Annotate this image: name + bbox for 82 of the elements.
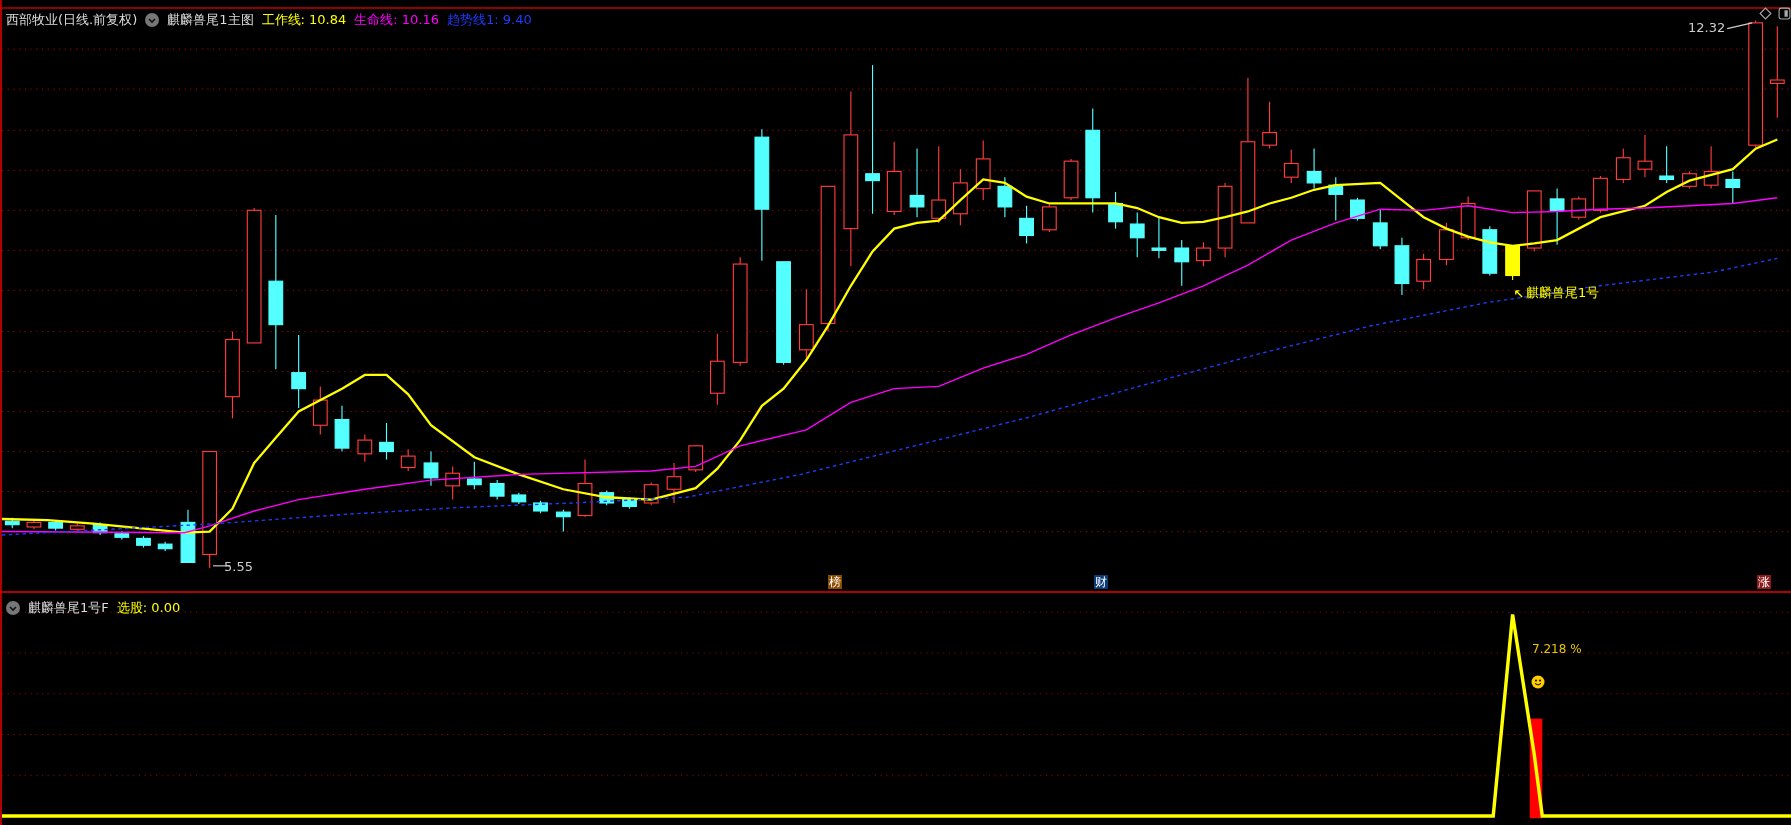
dropdown-icon[interactable] <box>6 601 20 615</box>
candlestick <box>1129 212 1145 258</box>
candlestick <box>1262 101 1277 150</box>
candlestick <box>1151 216 1167 259</box>
candlestick <box>909 148 925 218</box>
candlestick <box>1019 205 1034 245</box>
candlestick <box>445 465 461 501</box>
candlestick <box>1108 191 1123 230</box>
candlestick <box>1526 190 1542 253</box>
candlestick <box>599 489 615 506</box>
candlestick <box>1196 241 1211 267</box>
candlestick <box>114 531 130 541</box>
candlestick <box>643 481 659 506</box>
candlestick <box>1615 148 1631 184</box>
dropdown-icon[interactable] <box>145 13 160 27</box>
candlestick <box>180 509 196 563</box>
candlestick <box>1482 225 1498 277</box>
candlestick <box>1571 196 1587 221</box>
candlestick <box>533 500 548 514</box>
indicator-name: 麒麟兽尾1主图 <box>167 11 254 29</box>
candlestick <box>577 458 593 518</box>
candlestick <box>312 385 328 435</box>
candlestick <box>1703 145 1719 190</box>
candlestick <box>555 509 571 533</box>
signal-label: 麒麟兽尾1号 <box>1526 284 1600 302</box>
price-label: 5.55 <box>224 559 253 574</box>
legend-value: 选股: 0.00 <box>116 599 181 617</box>
candlestick <box>666 462 682 504</box>
candlestick <box>511 492 527 505</box>
candlestick <box>975 140 991 201</box>
candlestick <box>489 479 505 501</box>
candlestick <box>400 448 416 472</box>
candlestick <box>379 422 394 461</box>
smiley-icon <box>1531 675 1545 689</box>
candlestick <box>466 461 482 490</box>
candlestick <box>622 496 637 510</box>
candlestick <box>1637 134 1653 178</box>
candlestick <box>1328 176 1344 222</box>
candlestick <box>1283 149 1299 184</box>
candlestick <box>1549 188 1565 246</box>
panel-toggle-icon[interactable] <box>1778 7 1791 20</box>
candlestick <box>4 517 20 529</box>
candlestick <box>136 535 151 549</box>
candlestick <box>1394 237 1410 296</box>
candlestick <box>1505 245 1521 281</box>
candlestick <box>1659 145 1675 184</box>
candlestick <box>357 433 373 463</box>
candlestick <box>1593 175 1608 214</box>
event-badge[interactable]: 财 <box>1094 575 1108 589</box>
event-badge[interactable]: 涨 <box>1757 575 1771 589</box>
candlestick <box>26 519 42 530</box>
candlestick <box>334 405 350 453</box>
candlestick <box>952 168 968 226</box>
candlestick <box>1063 158 1079 201</box>
percent-label: 7.218 % <box>1532 642 1582 656</box>
candlestick <box>69 523 85 533</box>
price-label: 12.32 <box>1688 20 1726 35</box>
candlestick <box>1682 170 1697 190</box>
candlestick <box>1174 239 1190 287</box>
candlestick <box>1306 148 1322 190</box>
diamond-icon[interactable] <box>1759 7 1772 20</box>
candlestick <box>1439 222 1454 266</box>
candlestick <box>1372 208 1388 250</box>
candlestick <box>48 519 64 531</box>
candlestick <box>688 445 704 473</box>
leader-line <box>1726 22 1753 30</box>
event-badge[interactable]: 榜 <box>828 575 842 589</box>
candlestick <box>997 176 1013 218</box>
candlestick <box>1350 197 1365 222</box>
legend-value: 生命线: 10.16 <box>354 11 440 29</box>
candlestick <box>157 541 173 552</box>
candlestick <box>1725 170 1741 205</box>
legend-value: 工作线: 10.84 <box>261 11 347 29</box>
arrow-icon <box>1514 288 1523 298</box>
candlestick <box>1416 253 1432 290</box>
indicator-name: 麒麟兽尾1号F <box>28 599 109 617</box>
candlestick <box>1460 196 1476 241</box>
stock-title: 西部牧业(日线.前复权) <box>6 11 138 29</box>
legend-value: 趋势线1: 9.40 <box>447 11 532 29</box>
candlestick <box>1041 204 1057 233</box>
candlestick <box>423 450 439 487</box>
candlestick <box>92 521 108 536</box>
